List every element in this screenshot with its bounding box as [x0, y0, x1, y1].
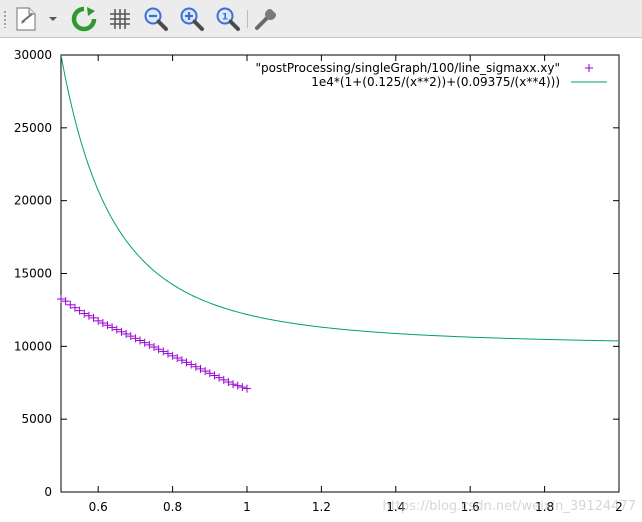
- page-export-icon: [16, 7, 36, 31]
- y-tick-label: 0: [44, 485, 52, 499]
- y-tick-label: 15000: [14, 267, 52, 281]
- data-point-marker: [103, 321, 112, 330]
- data-point-marker: [61, 297, 70, 306]
- data-point-marker: [238, 383, 247, 392]
- y-tick-label: 30000: [14, 48, 52, 62]
- zoom-in-icon: [180, 7, 204, 31]
- chevron-down-icon: [49, 17, 57, 21]
- data-point-marker: [163, 349, 172, 358]
- zoom-reset-icon: 1: [216, 7, 240, 31]
- data-point-marker: [126, 332, 135, 341]
- data-point-marker: [136, 336, 145, 345]
- export-button[interactable]: [12, 5, 40, 33]
- zoom-out-icon: [144, 7, 168, 31]
- x-tick-label: 0.6: [89, 500, 108, 514]
- grid-button[interactable]: [106, 5, 134, 33]
- watermark-text: https://blog.csdn.net/weixin_39124477: [382, 499, 636, 514]
- data-point-marker: [173, 353, 182, 362]
- plot-area[interactable]: 0.6 0.8 1 1.2 1.4 1.6 1.8 205000100001500020000…: [0, 38, 642, 522]
- axes: 0.6 0.8 1 1.2 1.4 1.6 1.8 205000100001500020000…: [14, 48, 623, 514]
- wrench-icon: [255, 9, 277, 30]
- data-point-marker: [229, 380, 238, 389]
- data-point-marker: [140, 338, 149, 347]
- series-function-curve: [61, 55, 619, 342]
- data-point-marker: [191, 362, 200, 371]
- data-point-marker: [224, 378, 233, 387]
- data-point-marker: [168, 351, 177, 360]
- export-menu-button[interactable]: [46, 5, 60, 33]
- data-point-marker: [98, 319, 107, 328]
- settings-button[interactable]: [252, 5, 280, 33]
- svg-text:1: 1: [222, 13, 228, 23]
- data-point-marker: [117, 327, 126, 336]
- data-point-marker: [122, 329, 131, 338]
- data-point-marker: [112, 325, 121, 334]
- function-curve-line: [61, 55, 619, 342]
- data-point-marker: [154, 345, 163, 354]
- data-point-marker: [57, 294, 65, 303]
- data-point-marker: [201, 367, 210, 376]
- data-point-marker: [187, 360, 196, 369]
- legend-label-points: "postProcessing/singleGraph/100/line_sig…: [255, 61, 560, 75]
- data-point-marker: [159, 347, 168, 356]
- replot-button[interactable]: [70, 5, 98, 33]
- data-point-marker: [131, 334, 140, 343]
- data-point-marker: [215, 373, 224, 382]
- zoom-out-button[interactable]: [142, 5, 170, 33]
- y-tick-label: 20000: [14, 194, 52, 208]
- series-data-points: [57, 294, 251, 393]
- toolbar-grip[interactable]: [3, 10, 7, 28]
- data-point-marker: [243, 384, 251, 393]
- data-point-marker: [233, 381, 242, 390]
- zoom-in-button[interactable]: [178, 5, 206, 33]
- x-tick-label: 0.8: [163, 500, 182, 514]
- x-tick-label: 1.2: [312, 500, 331, 514]
- data-point-marker: [145, 340, 154, 349]
- y-tick-label: 10000: [14, 339, 52, 353]
- legend: "postProcessing/singleGraph/100/line_sig…: [255, 61, 607, 89]
- data-point-marker: [210, 371, 219, 380]
- plot-border: [60, 54, 620, 493]
- data-point-marker: [108, 323, 117, 332]
- data-point-marker: [150, 343, 158, 352]
- y-tick-label: 5000: [21, 412, 52, 426]
- data-point-marker: [196, 364, 205, 373]
- data-point-marker: [182, 358, 191, 367]
- grid-icon: [110, 9, 130, 29]
- y-tick-label: 25000: [14, 121, 52, 135]
- data-point-marker: [177, 356, 186, 365]
- legend-label-curve: 1e4*(1+(0.125/(x**2))+(0.09375/(x**4))): [311, 75, 560, 89]
- data-point-marker: [84, 311, 93, 320]
- refresh-icon: [71, 6, 97, 32]
- data-point-marker: [219, 375, 228, 384]
- zoom-reset-button[interactable]: 1: [214, 5, 242, 33]
- x-tick-label: 1: [243, 500, 251, 514]
- toolbar: 1: [0, 0, 642, 38]
- data-point-marker: [205, 369, 214, 378]
- legend-key-points: [585, 64, 593, 72]
